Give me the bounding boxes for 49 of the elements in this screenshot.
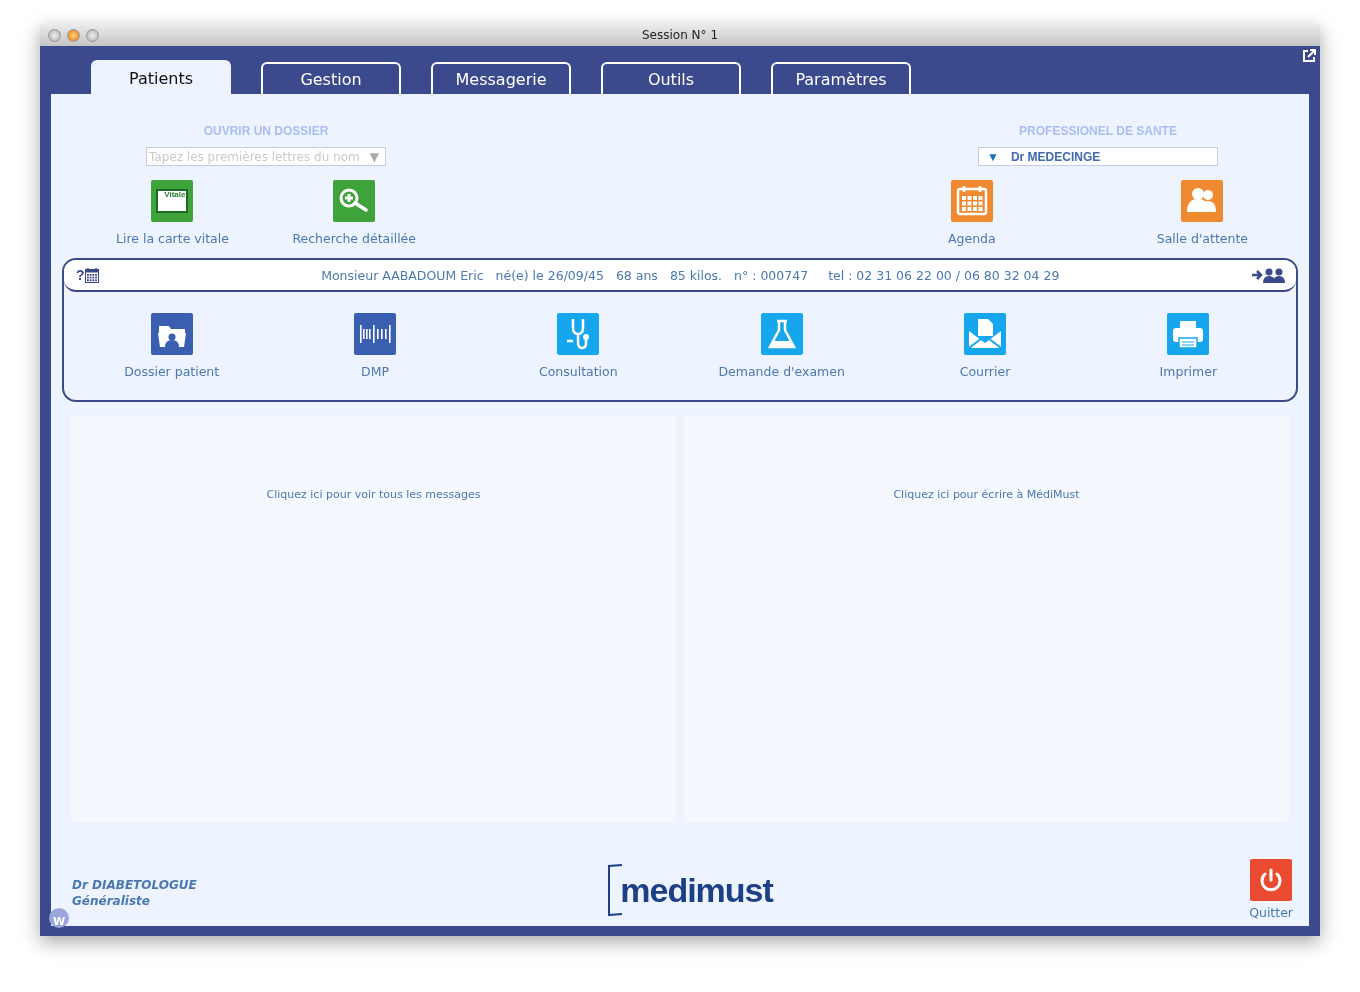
folder-person-icon <box>150 313 193 355</box>
flask-icon <box>760 313 803 355</box>
section-heading: OUVRIR UN DOSSIER <box>203 124 329 138</box>
logo: medimust <box>608 864 773 920</box>
patient-info-text: 85 kilos. <box>669 267 723 283</box>
tab[interactable]: Messagerie <box>431 62 571 94</box>
tab[interactable]: Gestion <box>261 62 401 94</box>
printer-icon <box>1167 313 1210 355</box>
window-title: Session N° 1 <box>642 28 718 42</box>
action-button[interactable]: Recherche détaillée <box>292 180 416 246</box>
patient-info-text: tel : 02 31 06 22 00 / 06 80 32 04 29 <box>828 267 1060 283</box>
tab[interactable]: Paramètres <box>771 62 911 94</box>
user-role: Généraliste <box>72 894 151 908</box>
action-button[interactable]: Dossier patient <box>70 313 274 379</box>
action-button[interactable]: DMP <box>273 313 477 379</box>
message-panel[interactable]: Cliquez ici pour écrire à MédiMust <box>684 416 1289 822</box>
action-button[interactable]: Demande d'examen <box>680 313 884 379</box>
arrow-people-icon[interactable] <box>1252 267 1288 283</box>
action-button[interactable]: Salle d'attente <box>1156 180 1248 246</box>
patient-info-text: Monsieur AABADOUM Eric <box>321 267 484 283</box>
vitale-card-icon: Vitale <box>151 180 194 222</box>
patient-info-text: n° : 000747 <box>734 267 809 283</box>
barcode-icon <box>354 313 396 355</box>
calendar-icon <box>950 180 993 222</box>
tab[interactable]: Patients <box>91 60 231 94</box>
action-button[interactable]: Imprimer <box>1086 313 1290 379</box>
doctor-dropdown[interactable]: ▼ Dr MEDECINGE <box>978 147 1218 166</box>
patient-info-text: 68 ans <box>615 267 658 283</box>
external-window-icon[interactable] <box>1302 49 1316 63</box>
envelope-icon <box>964 313 1006 355</box>
calendar-icon[interactable] <box>84 267 99 283</box>
action-button[interactable]: Vitale Lire la carte vitale <box>116 180 229 246</box>
user-name: Dr DIABETOLOGUE <box>72 878 198 892</box>
quit-button[interactable]: Quitter <box>1249 859 1293 920</box>
corner-badge: W <box>49 908 69 928</box>
panel-link[interactable]: Cliquez ici pour voir tous les messages <box>266 488 481 502</box>
action-button[interactable]: Agenda <box>948 180 996 246</box>
search-icon <box>333 180 376 222</box>
tab[interactable]: Outils <box>601 62 741 94</box>
power-icon <box>1250 859 1293 901</box>
section-heading: PROFESSIONEL DE SANTE <box>1019 124 1177 138</box>
action-button[interactable]: Courrier <box>883 313 1087 379</box>
panel-link[interactable]: Cliquez ici pour écrire à MédiMust <box>893 488 1080 502</box>
people-icon <box>1181 180 1224 222</box>
stethoscope-icon <box>557 313 600 355</box>
patient-info-text: né(e) le 26/09/45 <box>495 267 604 283</box>
message-panel[interactable]: Cliquez ici pour voir tous les messages <box>71 416 676 822</box>
action-button[interactable]: Consultation <box>476 313 680 379</box>
help-mark[interactable]: ? <box>76 267 85 283</box>
